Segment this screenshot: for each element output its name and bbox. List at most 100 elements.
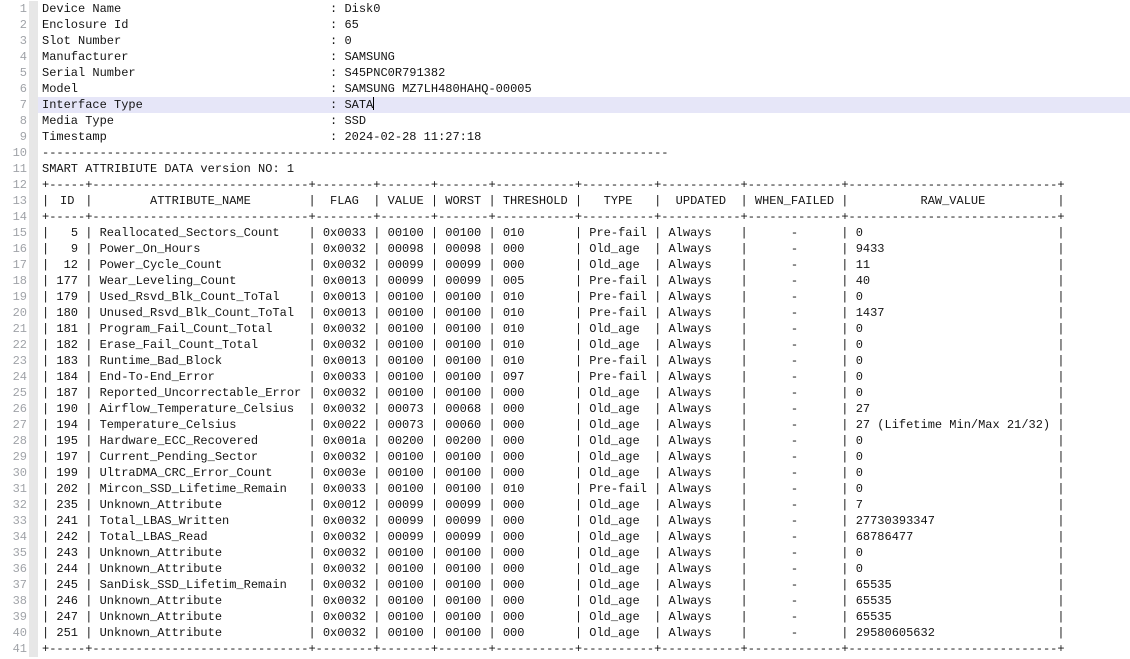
line-number[interactable]: 8 xyxy=(0,113,27,129)
editor-line[interactable]: 11 SMART ATTRIBIUTE DATA version NO: 1 xyxy=(0,161,1130,177)
editor-line[interactable]: 18 |177|Wear_Leveling_Count|0x0013|00099… xyxy=(0,273,1130,289)
line-number[interactable]: 20 xyxy=(0,305,27,321)
editor-line[interactable]: 12 +-----+------------------------------… xyxy=(0,177,1130,193)
table-cell-divider: | xyxy=(488,370,495,384)
line-number[interactable]: 2 xyxy=(0,17,27,33)
editor-line[interactable]: 26 |190|Airflow_Temperature_Celsius|0x00… xyxy=(0,401,1130,417)
line-number[interactable]: 31 xyxy=(0,481,27,497)
line-number[interactable]: 12 xyxy=(0,177,27,193)
editor-line[interactable]: 41 +-----+------------------------------… xyxy=(0,641,1130,657)
editor-line[interactable]: 28 |195|Hardware_ECC_Recovered|0x001a|00… xyxy=(0,433,1130,449)
table-cell-divider: | xyxy=(373,322,380,336)
line-number[interactable]: 3 xyxy=(0,33,27,49)
line-number[interactable]: 16 xyxy=(0,241,27,257)
table-cell: Always xyxy=(661,497,740,513)
editor-line[interactable]: 35 |243|Unknown_Attribute|0x0032|00100|0… xyxy=(0,545,1130,561)
table-cell-divider: | xyxy=(575,402,582,416)
table-cell-divider: | xyxy=(654,578,661,592)
editor-line[interactable]: 1 Device Name: Disk0 xyxy=(0,1,1130,17)
editor-line[interactable]: 21 |181|Program_Fail_Count_Total|0x0032|… xyxy=(0,321,1130,337)
editor-line[interactable]: 13 |ID|ATTRIBUTE_NAME|FLAG|VALUE|WORST|T… xyxy=(0,193,1130,209)
editor-line[interactable]: 16 |9|Power_On_Hours|0x0032|00098|00098|… xyxy=(0,241,1130,257)
line-number[interactable]: 41 xyxy=(0,641,27,657)
table-cell-divider: | xyxy=(373,466,380,480)
line-number[interactable]: 4 xyxy=(0,49,27,65)
table-cell-divider: | xyxy=(373,562,380,576)
fold-margin xyxy=(29,1,38,17)
line-number[interactable]: 26 xyxy=(0,401,27,417)
line-number[interactable]: 18 xyxy=(0,273,27,289)
line-number[interactable]: 7 xyxy=(0,97,27,113)
editor-line[interactable]: 17 |12|Power_Cycle_Count|0x0032|00099|00… xyxy=(0,257,1130,273)
line-number[interactable]: 39 xyxy=(0,609,27,625)
line-number[interactable]: 13 xyxy=(0,193,27,209)
editor-line[interactable]: 36 |244|Unknown_Attribute|0x0032|00100|0… xyxy=(0,561,1130,577)
editor-line[interactable]: 6 Model: SAMSUNG MZ7LH480HAHQ-00005 xyxy=(0,81,1130,97)
editor-line[interactable]: 7 Interface Type: SATA xyxy=(0,97,1130,113)
line-number[interactable]: 35 xyxy=(0,545,27,561)
editor-line[interactable]: 37 |245|SanDisk_SSD_Lifetim_Remain|0x003… xyxy=(0,577,1130,593)
editor-line[interactable]: 32 |235|Unknown_Attribute|0x0012|00099|0… xyxy=(0,497,1130,513)
editor-line[interactable]: 33 |241|Total_LBAS_Written|0x0032|00099|… xyxy=(0,513,1130,529)
fold-margin xyxy=(29,321,38,337)
editor-line[interactable]: 39 |247|Unknown_Attribute|0x0032|00100|0… xyxy=(0,609,1130,625)
line-number[interactable]: 27 xyxy=(0,417,27,433)
line-number[interactable]: 32 xyxy=(0,497,27,513)
line-number[interactable]: 23 xyxy=(0,353,27,369)
line-number[interactable]: 14 xyxy=(0,209,27,225)
editor-line[interactable]: 5 Serial Number: S45PNC0R791382 xyxy=(0,65,1130,81)
editor-line[interactable]: 4 Manufacturer: SAMSUNG xyxy=(0,49,1130,65)
editor-line[interactable]: 34 |242|Total_LBAS_Read|0x0032|00099|000… xyxy=(0,529,1130,545)
editor-line[interactable]: 10 -------------------------------------… xyxy=(0,145,1130,161)
line-number[interactable]: 17 xyxy=(0,257,27,273)
editor-line[interactable]: 24 |184|End-To-End_Error|0x0033|00100|00… xyxy=(0,369,1130,385)
line-number[interactable]: 33 xyxy=(0,513,27,529)
editor-line[interactable]: 25 |187|Reported_Uncorrectable_Error|0x0… xyxy=(0,385,1130,401)
line-number[interactable]: 25 xyxy=(0,385,27,401)
editor-line[interactable]: 14 +-----+------------------------------… xyxy=(0,209,1130,225)
line-number[interactable]: 10 xyxy=(0,145,27,161)
editor-line[interactable]: 40 |251|Unknown_Attribute|0x0032|00100|0… xyxy=(0,625,1130,641)
line-number[interactable]: 37 xyxy=(0,577,27,593)
editor-line[interactable]: 8 Media Type: SSD xyxy=(0,113,1130,129)
editor-line[interactable]: 23 |183|Runtime_Bad_Block|0x0013|00100|0… xyxy=(0,353,1130,369)
editor-line[interactable]: 29 |197|Current_Pending_Sector|0x0032|00… xyxy=(0,449,1130,465)
line-number[interactable]: 11 xyxy=(0,161,27,177)
line-number[interactable]: 1 xyxy=(0,1,27,17)
line-number[interactable]: 30 xyxy=(0,465,27,481)
table-cell-divider: | xyxy=(1057,562,1064,576)
line-number[interactable]: 38 xyxy=(0,593,27,609)
table-cell: 0 xyxy=(849,561,1058,577)
editor-line[interactable]: 30 |199|UltraDMA_CRC_Error_Count|0x003e|… xyxy=(0,465,1130,481)
line-number[interactable]: 15 xyxy=(0,225,27,241)
editor-line[interactable]: 2 Enclosure Id: 65 xyxy=(0,17,1130,33)
line-number[interactable]: 34 xyxy=(0,529,27,545)
line-number[interactable]: 40 xyxy=(0,625,27,641)
fold-margin xyxy=(29,625,38,641)
editor-line[interactable]: 27 |194|Temperature_Celsius|0x0022|00073… xyxy=(0,417,1130,433)
editor-line[interactable]: 31 |202|Mircon_SSD_Lifetime_Remain|0x003… xyxy=(0,481,1130,497)
line-number[interactable]: 28 xyxy=(0,433,27,449)
line-number[interactable]: 24 xyxy=(0,369,27,385)
line-number[interactable]: 6 xyxy=(0,81,27,97)
line-number[interactable]: 9 xyxy=(0,129,27,145)
fold-margin xyxy=(29,593,38,609)
table-cell-divider: | xyxy=(654,402,661,416)
line-number[interactable]: 19 xyxy=(0,289,27,305)
line-number[interactable]: 29 xyxy=(0,449,27,465)
editor-line[interactable]: 19 |179|Used_Rsvd_Blk_Count_ToTal|0x0013… xyxy=(0,289,1130,305)
editor-line[interactable]: 3 Slot Number: 0 xyxy=(0,33,1130,49)
line-number[interactable]: 36 xyxy=(0,561,27,577)
table-cell-divider: | xyxy=(841,562,848,576)
editor-line[interactable]: 38 |246|Unknown_Attribute|0x0032|00100|0… xyxy=(0,593,1130,609)
line-number[interactable]: 22 xyxy=(0,337,27,353)
line-number[interactable]: 21 xyxy=(0,321,27,337)
device-field-value: SSD xyxy=(344,114,366,128)
editor-line[interactable]: 15 |5|Reallocated_Sectors_Count|0x0033|0… xyxy=(0,225,1130,241)
table-cell-divider: | xyxy=(654,626,661,640)
editor-line[interactable]: 22 |182|Erase_Fail_Count_Total|0x0032|00… xyxy=(0,337,1130,353)
line-number[interactable]: 5 xyxy=(0,65,27,81)
text-editor[interactable]: 1 Device Name: Disk0 2 Enclosure Id: 65 … xyxy=(0,0,1130,659)
editor-line[interactable]: 9 Timestamp: 2024-02-28 11:27:18 xyxy=(0,129,1130,145)
editor-line[interactable]: 20 |180|Unused_Rsvd_Blk_Count_ToTal|0x00… xyxy=(0,305,1130,321)
